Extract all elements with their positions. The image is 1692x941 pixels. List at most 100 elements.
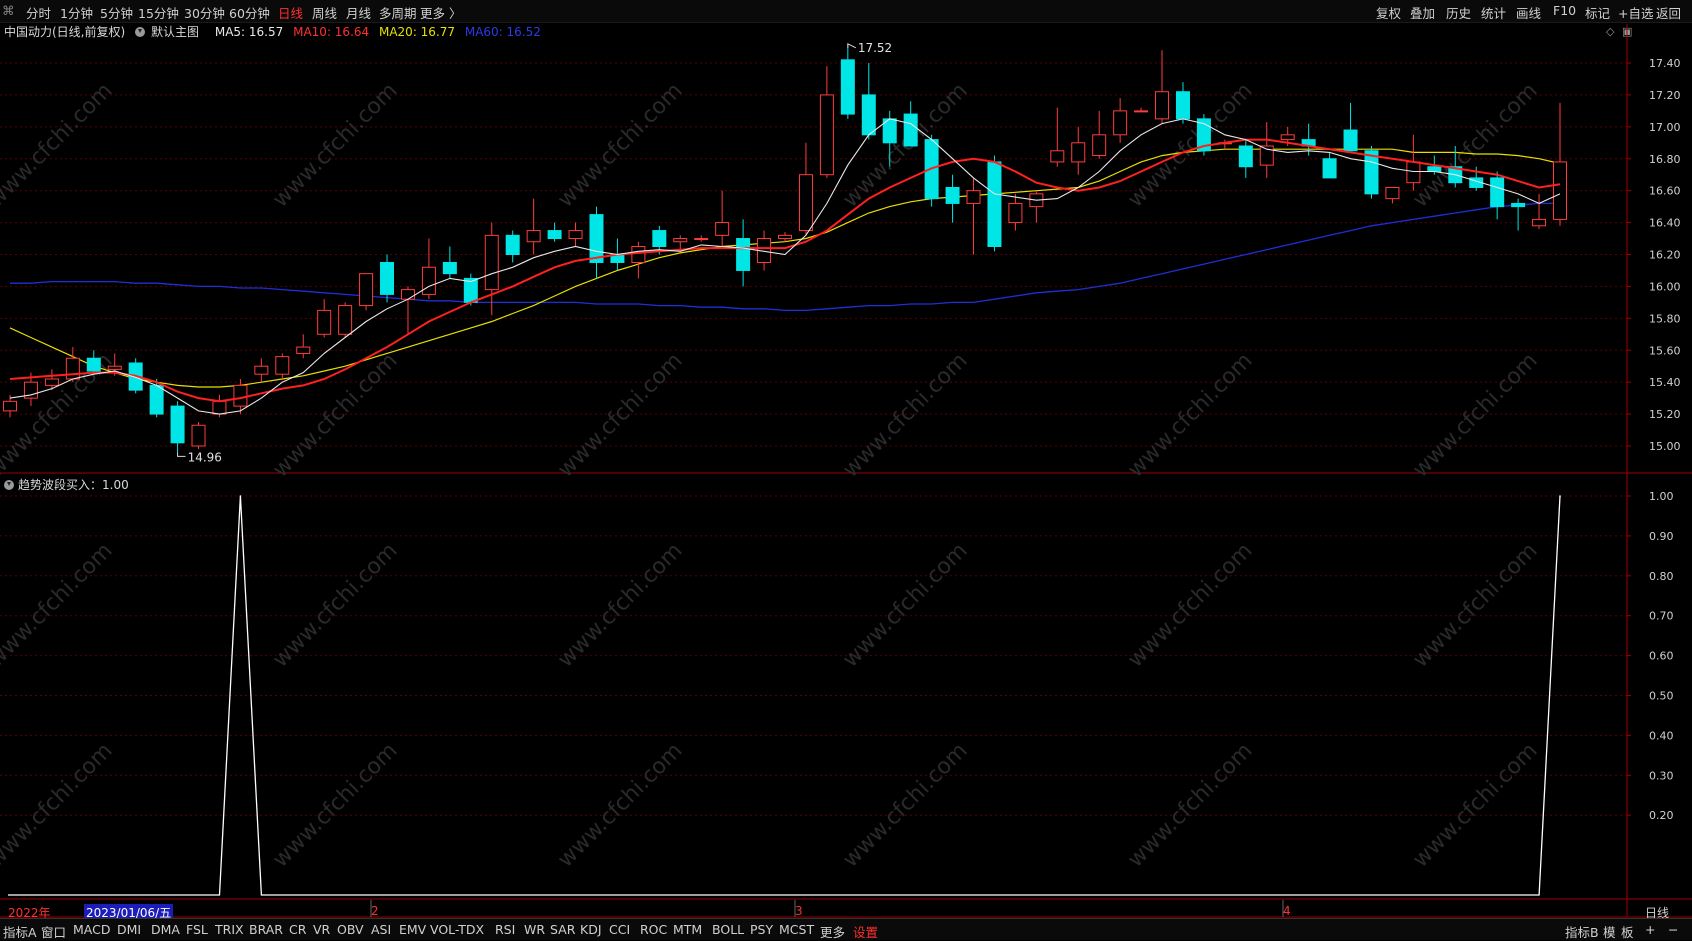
candle-body-up: [191, 424, 206, 447]
candle-body-up: [798, 174, 813, 232]
price-tick-label: 15.00: [1649, 440, 1681, 453]
candle-body-down: [149, 384, 164, 415]
price-tick-label: 16.00: [1649, 280, 1681, 293]
indicator-tab-16[interactable]: SAR: [550, 922, 575, 937]
price-tick-label: 15.80: [1649, 312, 1681, 325]
signal-peak: [1559, 495, 1561, 497]
indicator-tab-7[interactable]: BRAR: [249, 922, 283, 937]
sub-tick-label: 0.30: [1649, 769, 1674, 782]
candle-body-up: [421, 266, 436, 295]
candle-body-up: [715, 222, 730, 236]
indicator-tab-19[interactable]: ROC: [640, 922, 667, 937]
indicator-tab-9[interactable]: VR: [313, 922, 330, 937]
indicator-tab-21[interactable]: BOLL: [712, 922, 744, 937]
indicator-tab-0[interactable]: 指标A: [3, 922, 37, 941]
candle-body-up: [819, 94, 834, 176]
candle-body-up: [1134, 110, 1149, 113]
indicator-tab-24[interactable]: 更多: [820, 922, 845, 941]
watermark-text: www.cfchi.com: [0, 78, 118, 212]
indicator-tab-2[interactable]: MACD: [73, 922, 110, 937]
bottom-right-2[interactable]: 板: [1621, 922, 1634, 941]
sub-tick-label: 0.20: [1649, 809, 1674, 822]
candle-body-up: [3, 400, 17, 412]
indicator-tab-5[interactable]: FSL: [186, 922, 208, 937]
price-tick-label: 15.20: [1649, 408, 1681, 421]
bottom-right-4[interactable]: −: [1668, 922, 1678, 937]
chart-canvas[interactable]: 17.40 17.20 17.00 16.80 16.60 16.40 16.20 16.00…: [0, 0, 1692, 939]
price-tick-label: 17.40: [1649, 57, 1681, 70]
high-label: 17.52: [858, 41, 892, 55]
watermark-text: www.cfchi.com: [1123, 78, 1257, 212]
sub-tick-label: 1.00: [1649, 490, 1674, 503]
candle-body-down: [736, 238, 751, 271]
candle-body-up: [254, 365, 269, 375]
candle-body-down: [987, 161, 1002, 248]
indicator-tab-15[interactable]: WR: [524, 922, 545, 937]
ma60-line: [10, 202, 1560, 312]
indicator-tab-10[interactable]: OBV: [337, 922, 364, 937]
candle-body-up: [212, 400, 227, 415]
watermark-text: www.cfchi.com: [268, 78, 402, 212]
bottom-right-3[interactable]: +: [1645, 922, 1655, 937]
candle-body-up: [526, 230, 541, 243]
indicator-tab-17[interactable]: KDJ: [580, 922, 602, 937]
watermark-text: www.cfchi.com: [1123, 538, 1257, 672]
high-marker: [847, 43, 857, 49]
candle-body-down: [840, 59, 855, 115]
candle-body-up: [966, 190, 981, 204]
bottom-right-1[interactable]: 模: [1603, 922, 1616, 941]
indicator-tab-11[interactable]: ASI: [371, 922, 391, 937]
candle-body-up: [317, 309, 332, 335]
indicator-tab-14[interactable]: RSI: [495, 922, 515, 937]
indicator-tab-12[interactable]: EMV: [399, 922, 426, 937]
candle-body-down: [547, 230, 562, 240]
sub-tick-label: 0.70: [1649, 610, 1674, 623]
candle-body-down: [861, 94, 876, 136]
candle-body-up: [1553, 161, 1567, 220]
watermark-text: www.cfchi.com: [553, 738, 687, 872]
candle-body-up: [44, 378, 59, 386]
sub-tick-label: 0.80: [1649, 570, 1674, 583]
candle-body-down: [380, 261, 395, 295]
candle-body-up: [631, 246, 646, 263]
price-tick-label: 16.60: [1649, 185, 1681, 198]
watermark-text: www.cfchi.com: [553, 538, 687, 672]
candle-body-up: [338, 305, 353, 335]
indicator-tab-6[interactable]: TRIX: [215, 922, 244, 937]
price-tick-label: 15.40: [1649, 376, 1681, 389]
indicator-tab-22[interactable]: PSY: [750, 922, 773, 937]
sub-tick-label: 0.50: [1649, 690, 1674, 703]
candle-body-up: [233, 384, 248, 407]
indicator-tab-8[interactable]: CR: [289, 922, 306, 937]
indicator-tab-4[interactable]: DMA: [151, 922, 180, 937]
watermark-text: www.cfchi.com: [0, 538, 118, 672]
price-tick-label: 16.80: [1649, 153, 1681, 166]
watermark-text: www.cfchi.com: [838, 348, 972, 482]
candle-body-up: [1406, 161, 1421, 184]
sub-tick-label: 0.90: [1649, 530, 1674, 543]
candle-body-up: [778, 234, 792, 240]
candle-body-up: [1092, 134, 1107, 157]
price-tick-label: 17.20: [1649, 89, 1681, 102]
indicator-tab-3[interactable]: DMI: [117, 922, 141, 937]
candle-body-down: [505, 234, 520, 256]
stock-chart-app: ⌘ 分时 1分钟 5分钟 15分钟 30分钟 60分钟 日线 周线 月线 多周期 更多 〉复权 叠加 历史…: [0, 0, 1692, 940]
indicator-tabs: 指标A 窗口 MACD DMI DMA FSL TRIX BRAR CR VR OBV ASI EMV V…: [0, 918, 1692, 940]
price-tick-label: 15.60: [1649, 344, 1681, 357]
watermark-text: www.cfchi.com: [1408, 738, 1542, 872]
watermark-text: www.cfchi.com: [1123, 348, 1257, 482]
bottom-right-0[interactable]: 指标B: [1565, 922, 1599, 941]
indicator-tab-13[interactable]: VOL-TDX: [430, 922, 484, 937]
indicator-tab-18[interactable]: CCI: [609, 922, 630, 937]
candle-body-up: [275, 356, 290, 375]
candle-body-up: [1385, 186, 1400, 200]
watermark-text: www.cfchi.com: [1123, 738, 1257, 872]
indicator-tab-20[interactable]: MTM: [673, 922, 702, 937]
indicator-tab-25[interactable]: 设置: [853, 922, 878, 941]
candle-body-up: [694, 238, 709, 241]
watermark-text: www.cfchi.com: [1408, 538, 1542, 672]
month-4-label: 4: [1283, 904, 1291, 918]
indicator-tab-23[interactable]: MCST: [779, 922, 814, 937]
candle-body-down: [945, 186, 960, 204]
indicator-tab-1[interactable]: 窗口: [41, 922, 66, 941]
